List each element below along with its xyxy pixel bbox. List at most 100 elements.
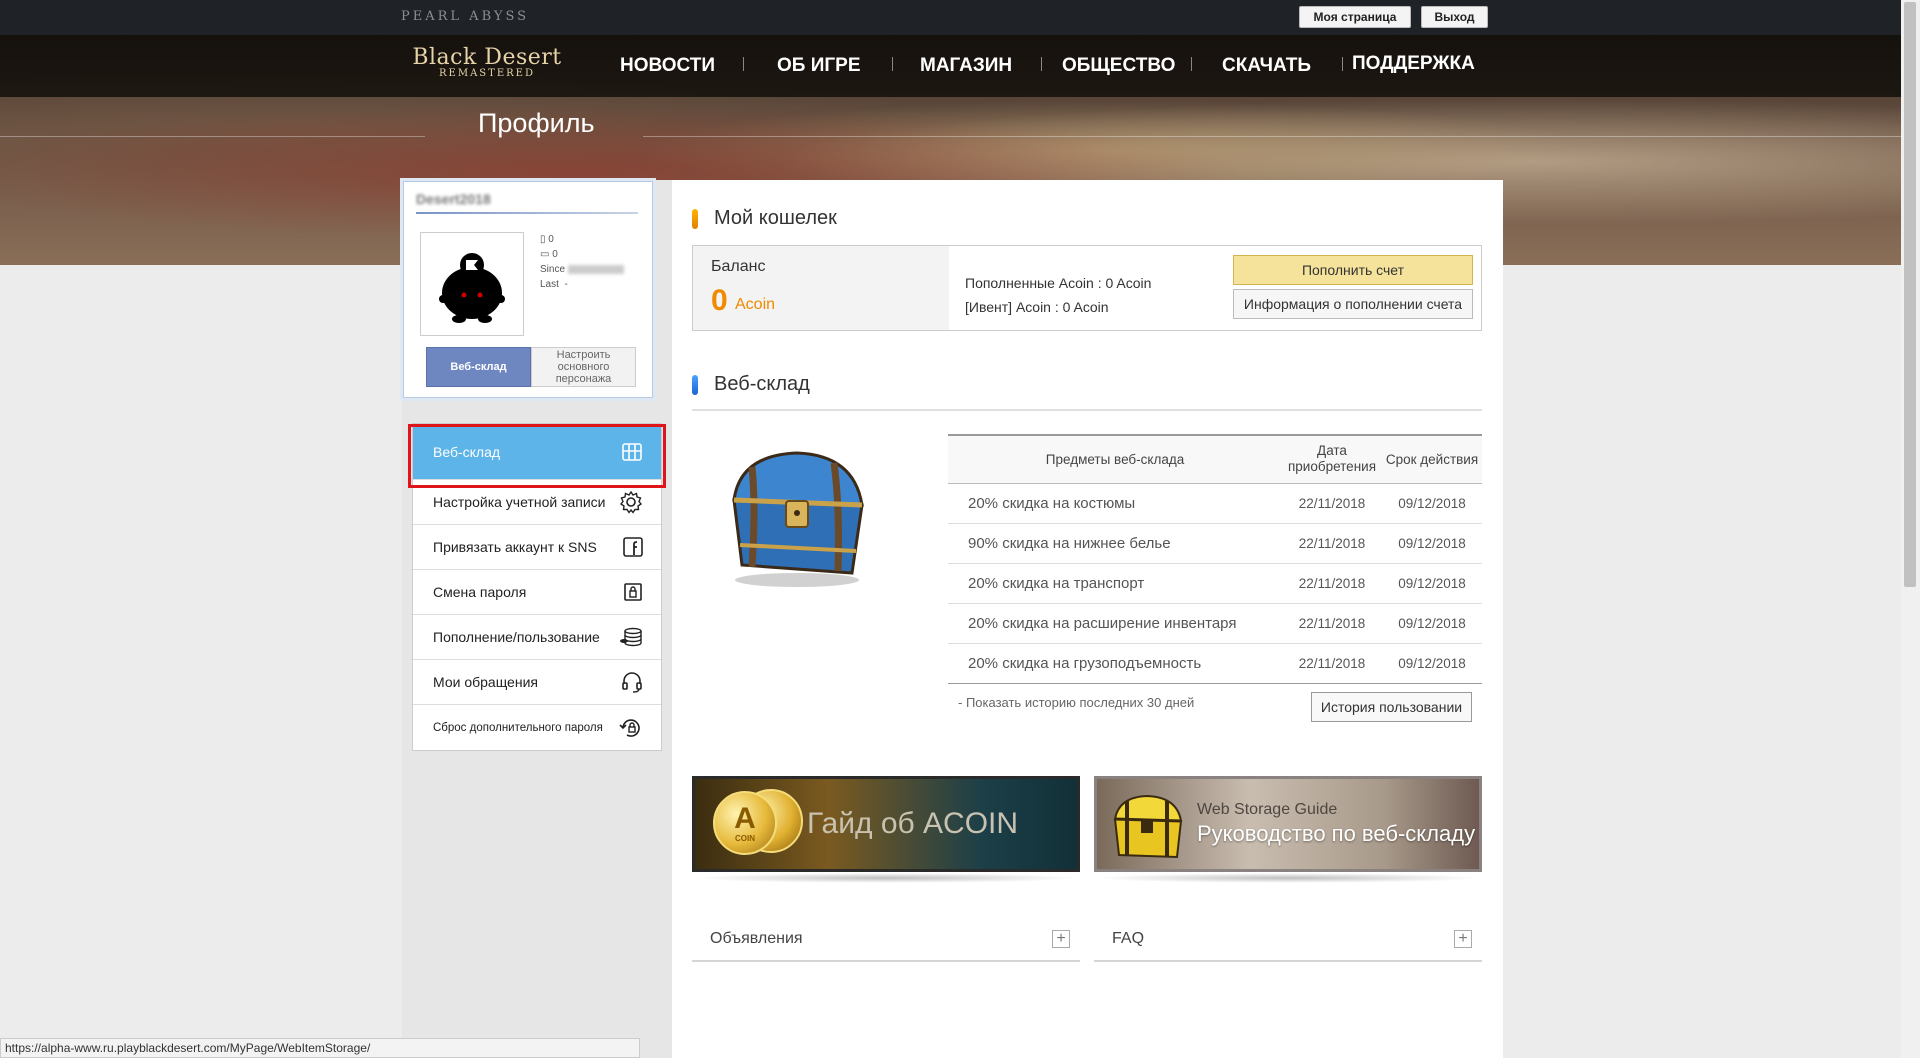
show-history-link[interactable]: - Показать историю последних 30 дней <box>958 695 1194 710</box>
storage-title: Веб-склад <box>714 373 810 395</box>
menu-item-reset-extra-password[interactable]: Сброс дополнительного пароля <box>413 705 661 750</box>
coin-word: COIN <box>735 833 755 843</box>
faq-more-button[interactable]: + <box>1454 930 1472 948</box>
logout-button[interactable]: Выход <box>1421 6 1488 28</box>
balance-label: Баланс <box>711 258 766 275</box>
table-row[interactable]: 20% скидка на транспорт 22/11/2018 09/12… <box>948 563 1482 604</box>
reset-lock-icon <box>619 718 640 737</box>
last-row: Last - <box>540 277 624 292</box>
item-name: 20% скидка на грузоподъемность <box>948 643 1282 684</box>
profile-card: Desert2018 ▯ 0 ▭ 0 Since Last - Веб-скла… <box>403 181 653 398</box>
purchase-date: 22/11/2018 <box>1282 603 1382 644</box>
last-value: - <box>564 279 568 290</box>
logo-title: Black Desert <box>412 45 562 70</box>
menu-item-account-settings[interactable]: Настройка учетной записи <box>413 480 661 525</box>
title-line-left <box>0 136 425 137</box>
lock-icon <box>624 583 642 601</box>
balance-value: 0 <box>711 284 728 317</box>
acoin-guide-banner[interactable]: A COIN Гайд об ACOIN <box>692 776 1080 872</box>
col-expiry: Срок действия <box>1382 434 1482 484</box>
message-icon: ▭ <box>540 249 550 260</box>
usage-history-button[interactable]: История пользовании <box>1311 692 1472 722</box>
acoin-coin-icon: A COIN <box>713 791 777 855</box>
since-row: Since <box>540 262 624 277</box>
faq-title[interactable]: FAQ <box>1112 930 1144 948</box>
expiry-date: 09/12/2018 <box>1382 483 1482 524</box>
menu-item-my-tickets[interactable]: Мои обращения <box>413 660 661 705</box>
storage-icon <box>622 442 642 461</box>
storage-table: Предметы веб-склада Дата приобретения Ср… <box>948 434 1482 684</box>
menu-item-label: Сброс дополнительного пароля <box>433 721 603 734</box>
nav-separator <box>892 57 893 71</box>
headset-icon <box>622 672 642 693</box>
balance-box: Баланс 0 Acoin <box>693 246 949 330</box>
faq-block: FAQ + <box>1094 920 1482 962</box>
menu-item-topup-usage[interactable]: Пополнение/пользование <box>413 615 661 660</box>
banner-shadow <box>692 873 1080 883</box>
storage-heading: Веб-склад <box>692 373 810 396</box>
col-items: Предметы веб-склада <box>948 434 1282 484</box>
col-purchase-date: Дата приобретения <box>1282 434 1382 484</box>
announcements-title[interactable]: Объявления <box>710 930 803 948</box>
table-row[interactable]: 90% скидка на нижнее белье 22/11/2018 09… <box>948 523 1482 564</box>
menu-item-label: Пополнение/пользование <box>433 629 600 645</box>
treasure-chest-image <box>732 451 864 587</box>
scrollbar-thumb[interactable] <box>1904 2 1916 587</box>
menu-item-label: Мои обращения <box>433 674 538 690</box>
profile-stats: ▯ 0 ▭ 0 Since Last - <box>540 232 624 292</box>
expiry-date: 09/12/2018 <box>1382 563 1482 604</box>
menu-item-label: Привязать аккаунт к SNS <box>433 539 597 555</box>
table-row[interactable]: 20% скидка на расширение инвентаря 22/11… <box>948 603 1482 644</box>
topup-info-button[interactable]: Информация о пополнении счета <box>1233 289 1473 319</box>
wallet-heading-marker <box>692 208 698 229</box>
coins-icon <box>620 627 642 647</box>
nav-separator <box>1041 57 1042 71</box>
topup-button[interactable]: Пополнить счет <box>1233 255 1473 285</box>
gold-chest-icon <box>1113 794 1183 859</box>
wallet-panel: Баланс 0 Acoin Пополненные Acoin : 0 Aco… <box>692 245 1482 331</box>
item-name: 90% скидка на нижнее белье <box>948 523 1282 564</box>
item-name: 20% скидка на костюмы <box>948 483 1282 524</box>
username: Desert2018 <box>416 191 491 207</box>
menu-item-web-storage[interactable]: Веб-склад <box>413 424 661 480</box>
nav-about[interactable]: ОБ ИГРЕ <box>777 55 861 77</box>
nav-separator <box>1191 57 1192 71</box>
web-storage-button[interactable]: Веб-склад <box>426 347 531 387</box>
nav-news[interactable]: НОВОСТИ <box>620 55 715 77</box>
announcements-more-button[interactable]: + <box>1052 930 1070 948</box>
pearl-abyss-brand[interactable]: PEARL ABYSS <box>401 9 529 24</box>
web-storage-guide-banner[interactable]: Web Storage Guide Руководство по веб-скл… <box>1094 776 1482 872</box>
nav-shop[interactable]: МАГАЗИН <box>920 55 1012 77</box>
storage-heading-marker <box>692 374 698 395</box>
nav-download[interactable]: СКАЧАТЬ <box>1222 55 1311 77</box>
my-page-button[interactable]: Моя страница <box>1299 6 1411 28</box>
title-line-right <box>643 136 1901 137</box>
black-desert-logo[interactable]: Black Desert REMASTERED <box>412 45 562 79</box>
avatar-character-icon <box>439 253 505 323</box>
guide-english-title: Web Storage Guide <box>1197 801 1338 818</box>
set-main-character-button[interactable]: Настроить основного персонажа <box>531 347 636 387</box>
wallet-title: Мой кошелек <box>714 207 837 229</box>
table-row[interactable]: 20% скидка на костюмы 22/11/2018 09/12/2… <box>948 483 1482 524</box>
menu-item-link-sns[interactable]: Привязать аккаунт к SNS <box>413 525 661 570</box>
stat-row-1: ▯ 0 <box>540 232 624 247</box>
banner-shadow <box>1094 873 1482 883</box>
topped-up-acoin: Пополненные Acoin : 0 Acoin <box>965 275 1152 291</box>
acoin-guide-title: Гайд об ACOIN <box>807 807 1019 840</box>
table-row[interactable]: 20% скидка на грузоподъемность 22/11/201… <box>948 643 1482 684</box>
username-underline <box>416 212 638 214</box>
wallet-heading: Мой кошелек <box>692 207 837 230</box>
side-menu: Веб-склад Настройка учетной записи Привя… <box>412 423 662 751</box>
gear-icon <box>619 490 643 514</box>
purchase-date: 22/11/2018 <box>1282 523 1382 564</box>
card-icon: ▯ <box>540 234 546 245</box>
nav-separator <box>743 57 744 71</box>
nav-community[interactable]: ОБЩЕСТВО <box>1062 55 1175 77</box>
expiry-date: 09/12/2018 <box>1382 643 1482 684</box>
menu-item-label: Смена пароля <box>433 584 527 600</box>
menu-item-change-password[interactable]: Смена пароля <box>413 570 661 615</box>
nav-support[interactable]: ПОДДЕРЖКА <box>1352 53 1475 75</box>
item-name: 20% скидка на расширение инвентаря <box>948 603 1282 644</box>
top-bar: PEARL ABYSS Моя страница Выход <box>0 0 1920 35</box>
status-bar-url: https://alpha-www.ru.playblackdesert.com… <box>0 1038 640 1058</box>
